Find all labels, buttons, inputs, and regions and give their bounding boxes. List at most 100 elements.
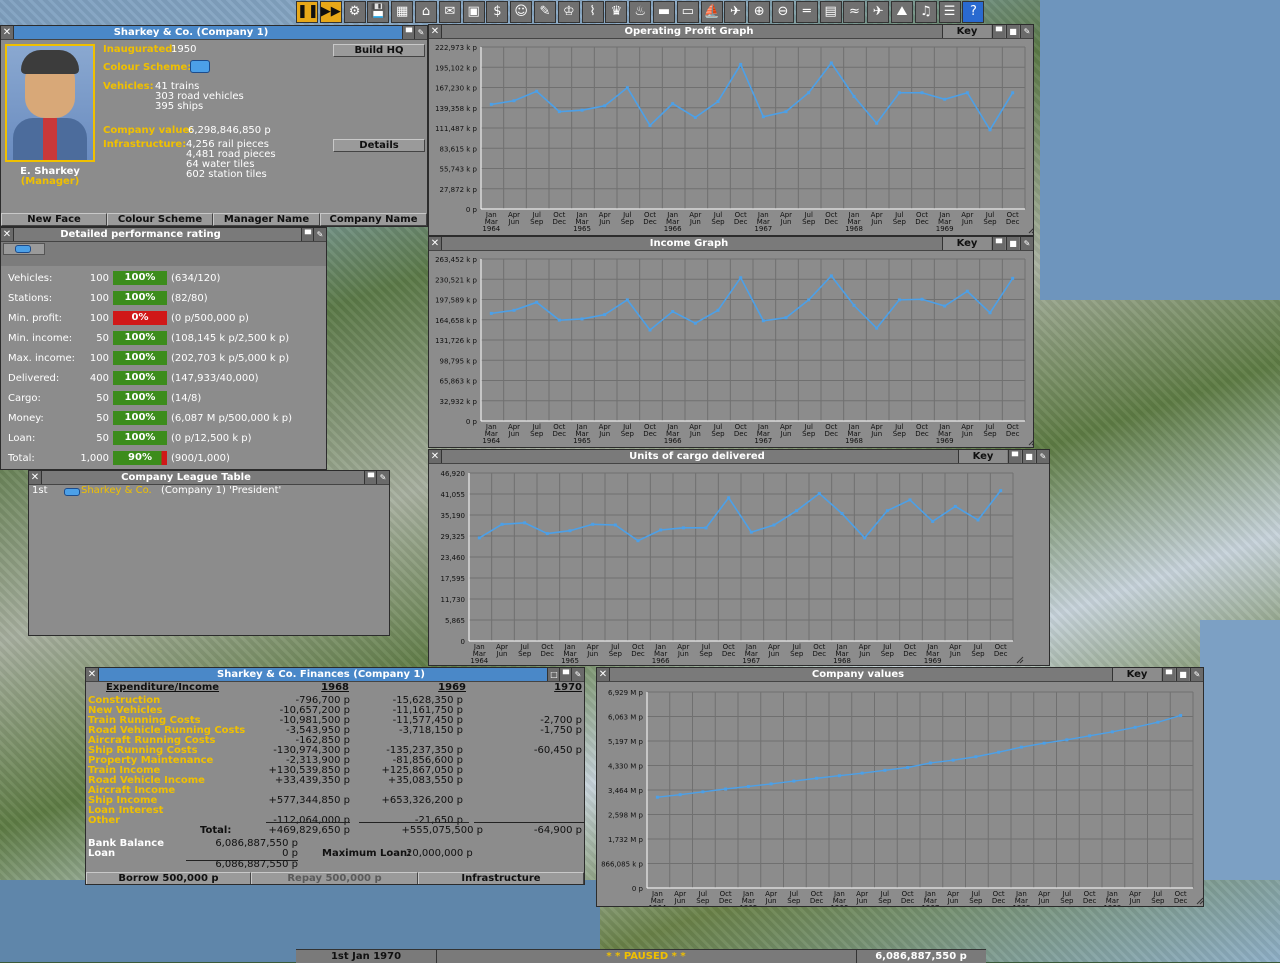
close-icon[interactable]: ✕ [429, 25, 442, 38]
finances-icon[interactable]: $ [486, 1, 509, 23]
borrow-button[interactable]: Borrow 500,000 p [86, 872, 251, 884]
landscape-icon[interactable]: ⛰ [891, 1, 913, 23]
pin-icon[interactable]: ✎ [571, 668, 584, 681]
league-rank: 1st [32, 485, 48, 496]
graph-titlebar[interactable]: ✕ Company values Key ▀ ■ ✎ [597, 668, 1203, 682]
shade-icon[interactable]: ■ [1006, 237, 1019, 250]
infrastructure-button[interactable]: Infrastructure [418, 872, 584, 884]
map-icon[interactable]: ▦ [391, 1, 414, 23]
key-button[interactable]: Key [958, 450, 1007, 463]
close-icon[interactable]: ✕ [429, 237, 442, 250]
resize-grip-icon[interactable] [1028, 439, 1033, 446]
close-icon[interactable]: ✕ [1, 228, 14, 241]
newspaper-icon[interactable]: ☰ [938, 1, 961, 23]
resize-grip-icon[interactable] [1196, 897, 1203, 905]
data-point [1156, 720, 1160, 724]
shade-icon[interactable]: ■ [1022, 450, 1035, 463]
shade-icon[interactable]: ■ [1176, 668, 1189, 681]
close-icon[interactable]: ✕ [597, 668, 610, 681]
repay-button[interactable]: Repay 500,000 p [251, 872, 418, 884]
data-point [875, 326, 879, 330]
close-icon[interactable]: ✕ [429, 450, 442, 463]
resize-grip-icon[interactable] [1016, 656, 1024, 664]
company-selector-bar[interactable] [1, 242, 326, 266]
pin-icon[interactable]: ✎ [376, 471, 389, 484]
build-road-icon[interactable]: ▤ [819, 1, 842, 23]
pin-icon[interactable]: ✎ [1020, 237, 1033, 250]
aircraft-icon[interactable]: ✈ [724, 1, 747, 23]
new-face-button[interactable]: New Face [1, 213, 107, 226]
scroll-icon[interactable]: ▀ [992, 237, 1005, 250]
scroll-icon[interactable]: ▀ [1162, 668, 1175, 681]
x-tick-label: Oct Dec [643, 423, 657, 438]
build-hq-button[interactable]: Build HQ [333, 44, 425, 57]
graph-titlebar[interactable]: ✕ Operating Profit Graph Key ▀ ■ ✎ [429, 25, 1033, 39]
company-icon[interactable]: ☺ [510, 1, 533, 23]
x-tick-label: Oct Dec [643, 211, 657, 226]
inaugurated-label: Inaugurated: [103, 44, 177, 55]
shade-icon[interactable]: ■ [1006, 25, 1019, 38]
finances-window: ✕ Sharkey & Co. Finances (Company 1) □ ▀… [85, 667, 585, 885]
help-icon[interactable]: ? [962, 1, 985, 23]
manager-name-button[interactable]: Manager Name [213, 213, 320, 226]
graphs-icon[interactable]: ⌇ [581, 1, 604, 23]
resize-grip-icon[interactable] [1028, 227, 1033, 234]
finances-header: Expenditure/Income [106, 682, 220, 693]
key-button[interactable]: Key [942, 25, 991, 38]
finance-value [486, 786, 582, 796]
performance-bar: 0% [113, 311, 167, 325]
data-point [580, 317, 584, 321]
pin-icon[interactable]: ✎ [1020, 25, 1033, 38]
x-tick-label: Jul Sep [609, 643, 623, 658]
road-vehicles-icon[interactable]: ▭ [676, 1, 699, 23]
key-button[interactable]: Key [1112, 668, 1161, 681]
colour-scheme-button[interactable]: Colour Scheme [107, 213, 213, 226]
data-point [603, 313, 607, 317]
key-button[interactable]: Key [942, 237, 991, 250]
build-air-icon[interactable]: ✈ [867, 1, 890, 23]
pin-icon[interactable]: ✎ [414, 26, 427, 39]
trains-icon[interactable]: ▬ [653, 1, 675, 23]
league-titlebar[interactable]: ✕ Company League Table ▀ ✎ [29, 471, 389, 485]
y-tick-label: 23,460 [441, 554, 466, 562]
company-name-button[interactable]: Company Name [320, 213, 427, 226]
stations-icon[interactable]: ▣ [462, 1, 485, 23]
finances-titlebar[interactable]: ✕ Sharkey & Co. Finances (Company 1) □ ▀… [86, 668, 584, 682]
goals-icon[interactable]: ♔ [557, 1, 580, 23]
town-directory-icon[interactable]: ⌂ [415, 1, 437, 23]
scroll-icon[interactable]: ▀ [992, 25, 1005, 38]
subsidies-icon[interactable]: ✉ [438, 1, 461, 23]
pin-icon[interactable]: ✎ [1036, 450, 1049, 463]
music-icon[interactable]: ♫ [914, 1, 937, 23]
data-point [671, 310, 675, 314]
scroll-icon[interactable]: ▀ [1008, 450, 1021, 463]
fast-forward-icon[interactable]: ▶▶ [319, 1, 342, 23]
zoom-out-icon[interactable]: ⊖ [772, 1, 794, 23]
data-point [1088, 734, 1092, 738]
performance-titlebar[interactable]: ✕ Detailed performance rating ▀ ✎ [1, 228, 326, 242]
pin-icon[interactable]: ✎ [313, 228, 326, 241]
ships-icon[interactable]: ⛵ [700, 1, 723, 23]
pin-icon[interactable]: ✎ [1190, 668, 1203, 681]
company-window-titlebar[interactable]: ✕ Sharkey & Co. (Company 1) ▀ ✎ [1, 26, 427, 40]
data-point [920, 91, 924, 95]
status-paused: * * PAUSED * * [436, 950, 857, 963]
graph-titlebar[interactable]: ✕ Units of cargo delivered Key ▀ ■ ✎ [429, 450, 1049, 464]
industries-icon[interactable]: ♨ [629, 1, 652, 23]
league-icon[interactable]: ♛ [605, 1, 628, 23]
x-tick-label: JanMar1965 [561, 643, 579, 665]
pause-icon[interactable]: ❚❚ [296, 1, 319, 23]
save-icon[interactable]: 💾 [367, 1, 390, 23]
data-point [655, 795, 659, 799]
graph-titlebar[interactable]: ✕ Income Graph Key ▀ ■ ✎ [429, 237, 1033, 251]
close-icon[interactable]: ✕ [1, 26, 14, 39]
close-icon[interactable]: ✕ [86, 668, 99, 681]
income-graph-window: ✕ Income Graph Key ▀ ■ ✎ 0 p 32,932 k p 65… [428, 236, 1034, 448]
build-water-icon[interactable]: ≈ [843, 1, 866, 23]
close-icon[interactable]: ✕ [29, 471, 42, 484]
zoom-in-icon[interactable]: ⊕ [748, 1, 771, 23]
details-button[interactable]: Details [333, 139, 425, 152]
settings-icon[interactable]: ⚙ [343, 1, 366, 23]
build-rail-icon[interactable]: ═ [795, 1, 818, 23]
stories-icon[interactable]: ✎ [534, 1, 556, 23]
